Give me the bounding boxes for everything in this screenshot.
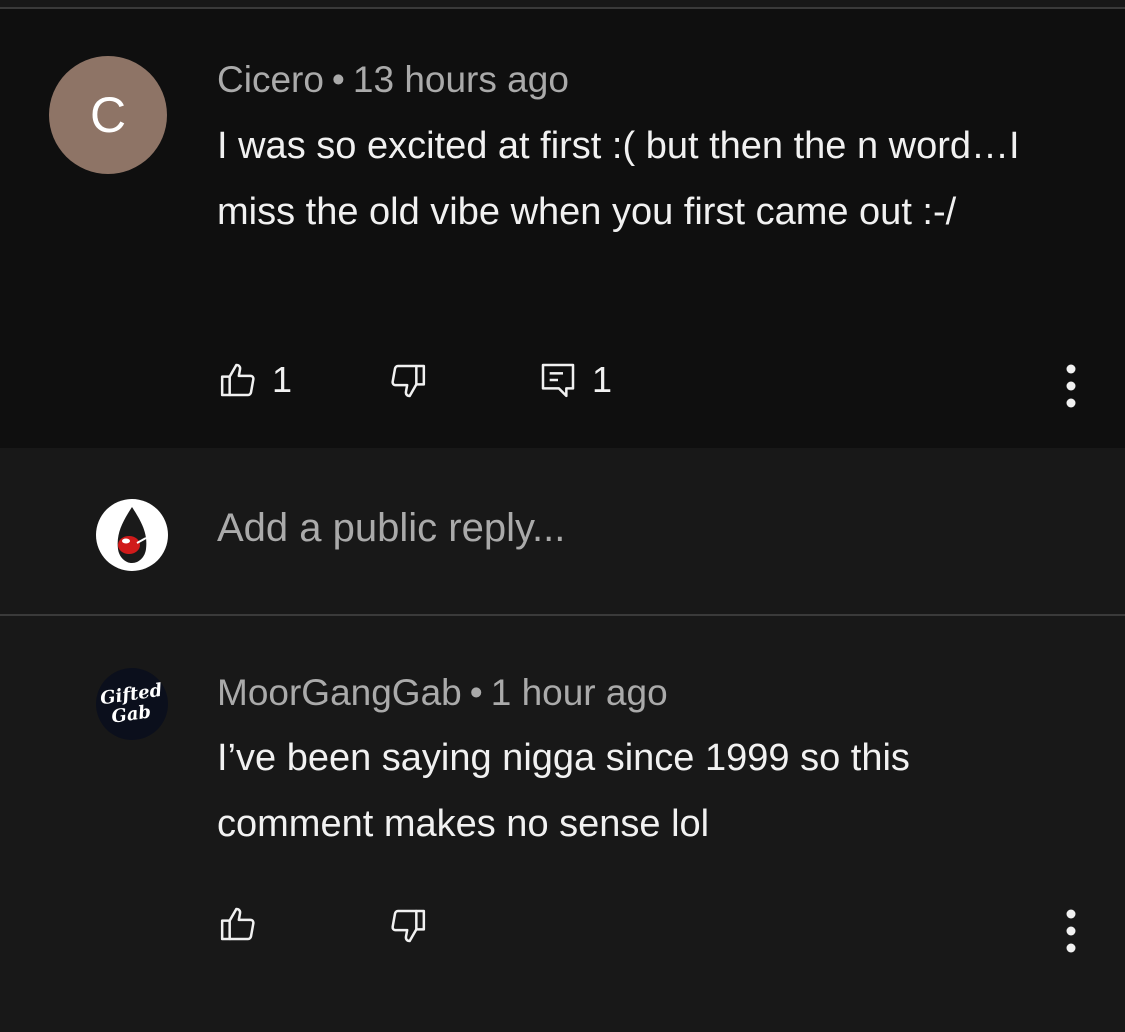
thumbs-down-icon [388, 361, 428, 401]
author-name[interactable]: Cicero [217, 59, 324, 100]
child-comment: Gifted Gab MoorGangGab • 1 hour ago I’ve b… [0, 616, 1125, 1032]
current-user-avatar[interactable] [96, 499, 168, 571]
avatar[interactable]: Gifted Gab [96, 668, 168, 740]
comment-text: I’ve been saying nigga since 1999 so thi… [217, 737, 910, 845]
more-vertical-icon [1051, 909, 1091, 966]
more-options-button[interactable] [1051, 357, 1091, 417]
author-name[interactable]: MoorGangGab [217, 672, 462, 713]
gifted-gab-logo: Gifted Gab [99, 680, 164, 728]
meta-separator: • [331, 59, 345, 100]
thumbs-down-icon [388, 906, 428, 946]
more-vertical-icon [1051, 364, 1091, 421]
comment-meta: MoorGangGab • 1 hour ago [217, 672, 668, 714]
meta-separator: • [469, 672, 483, 713]
reply-count: 1 [592, 359, 613, 400]
thumbs-up-icon [218, 360, 258, 400]
like-button[interactable]: 1 [218, 359, 292, 401]
timestamp: 1 hour ago [490, 672, 668, 713]
dislike-button[interactable] [388, 906, 428, 946]
reply-button[interactable]: 1 [538, 359, 612, 401]
thumbs-up-icon [218, 904, 258, 944]
more-options-button[interactable] [1051, 902, 1091, 962]
timestamp: 13 hours ago [352, 59, 569, 100]
svg-text:Gab: Gab [110, 701, 152, 727]
avatar[interactable]: C [49, 56, 167, 174]
top-divider [0, 0, 1125, 9]
like-button[interactable] [218, 904, 258, 944]
comment-meta: Cicero • 13 hours ago [217, 59, 569, 101]
dislike-button[interactable] [388, 361, 428, 401]
comment-reply-icon [538, 360, 578, 400]
reply-box [0, 448, 1125, 616]
like-count: 1 [272, 359, 293, 400]
comment-text: I was so excited at first :( but then th… [217, 125, 1020, 233]
reply-input[interactable] [217, 506, 1037, 551]
parent-comment: C Cicero • 13 hours ago I was so excited a… [0, 9, 1125, 448]
